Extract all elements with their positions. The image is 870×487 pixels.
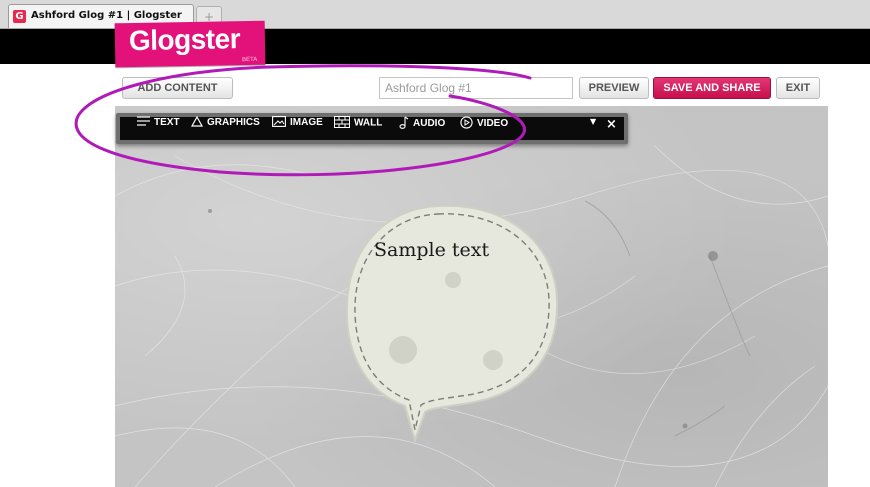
menu-item-graphics[interactable]: GRAPHICS (190, 115, 260, 140)
bubble-sample-text[interactable]: Sample text (374, 239, 489, 261)
menu-label-graphics: GRAPHICS (207, 117, 260, 129)
menu-label-image: IMAGE (290, 117, 323, 129)
menu-item-wall[interactable]: WALL (334, 116, 383, 140)
glog-title-input[interactable] (379, 77, 573, 99)
menu-label-wall: WALL (354, 117, 383, 129)
menu-item-text[interactable]: TEXT (137, 116, 180, 140)
glogster-logo[interactable]: Glogster BETA (114, 20, 266, 68)
wall-icon (334, 116, 350, 128)
tab-title: Ashford Glog #1 | Glogster (31, 10, 182, 21)
save-and-share-button[interactable]: SAVE AND SHARE (653, 77, 771, 99)
music-note-icon (399, 116, 409, 129)
text-lines-icon (137, 116, 150, 126)
glogster-favicon-icon: G (13, 10, 26, 23)
play-circle-icon (460, 116, 473, 129)
triangle-icon (190, 115, 204, 127)
image-icon (272, 116, 286, 127)
menu-label-audio: AUDIO (413, 118, 446, 130)
speech-bubble[interactable] (343, 200, 573, 445)
editing-menu-inner: TEXT GRAPHICS IMAGE WALL AUDIO VIDEO ▼ × (120, 115, 624, 140)
menu-item-image[interactable]: IMAGE (272, 116, 323, 140)
preview-button[interactable]: PREVIEW (579, 77, 649, 99)
menu-label-video: VIDEO (477, 118, 509, 130)
collapse-menu-icon[interactable]: ▼ (590, 117, 596, 140)
menu-item-audio[interactable]: AUDIO (399, 116, 446, 140)
editing-menu-bar: TEXT GRAPHICS IMAGE WALL AUDIO VIDEO ▼ × (116, 113, 628, 144)
logo-beta-badge: BETA (242, 56, 258, 64)
menu-label-text: TEXT (154, 117, 180, 128)
logo-text: Glogster (128, 23, 241, 57)
menu-item-video[interactable]: VIDEO (460, 116, 509, 140)
exit-button[interactable]: EXIT (776, 77, 820, 99)
add-content-button[interactable]: ADD CONTENT (122, 77, 233, 99)
close-menu-icon[interactable]: × (606, 117, 617, 140)
